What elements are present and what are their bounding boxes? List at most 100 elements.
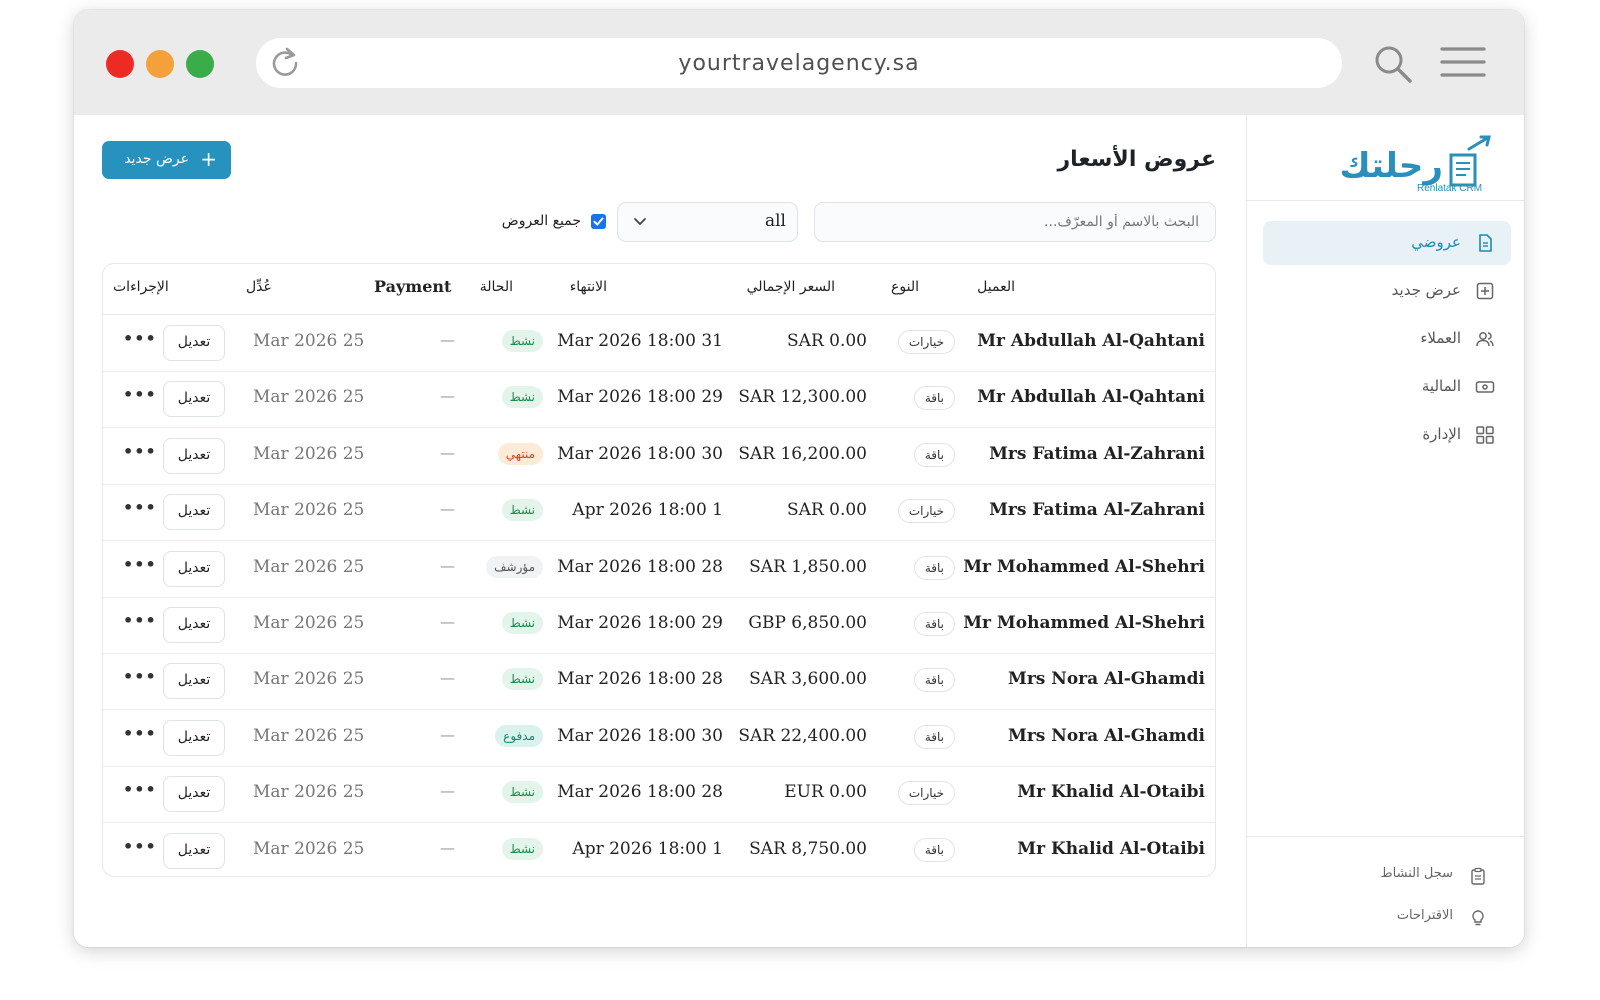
sidebar-item-new-offer[interactable]: عرض جديد bbox=[1263, 269, 1511, 313]
edit-button[interactable]: تعديل bbox=[163, 832, 225, 869]
expiry-date: Mar 2026 18:00 30 bbox=[557, 443, 723, 464]
hamburger-menu-icon[interactable] bbox=[1440, 44, 1486, 80]
minimize-window-button[interactable] bbox=[146, 50, 174, 78]
more-actions-icon[interactable]: ••• bbox=[123, 442, 157, 461]
address-bar[interactable]: yourtravelagency.sa bbox=[256, 38, 1342, 88]
header-total[interactable]: السعر الإجمالي bbox=[747, 279, 835, 295]
maximize-window-button[interactable] bbox=[186, 50, 214, 78]
header-client[interactable]: العميل bbox=[977, 279, 1015, 295]
client-name: Mr Abdullah Al-Qahtani bbox=[977, 387, 1205, 408]
modified-date: Mar 2026 25 bbox=[253, 725, 365, 746]
client-name: Mrs Nora Al-Ghamdi bbox=[1008, 725, 1205, 746]
edit-button[interactable]: تعديل bbox=[163, 325, 225, 361]
type-badge: باقة bbox=[913, 837, 955, 862]
new-offer-button[interactable]: + عرض جديد bbox=[102, 141, 231, 179]
sidebar-item-label: عروضي bbox=[1411, 233, 1461, 251]
sidebar-item-finance[interactable]: المالية bbox=[1263, 365, 1511, 409]
offers-table: العميل النوع السعر الإجمالي الانتهاء الح… bbox=[102, 263, 1216, 877]
table-row[interactable]: Mr Khalid Al-Otaibi باقة SAR 8,750.00 Apr 2… bbox=[103, 823, 1215, 879]
type-badge: باقة bbox=[913, 668, 955, 693]
modified-date: Mar 2026 25 bbox=[253, 331, 365, 351]
search-icon[interactable] bbox=[1371, 42, 1415, 86]
status-badge: نشط bbox=[501, 668, 543, 691]
chevron-down-icon bbox=[634, 218, 646, 225]
url-text: yourtravelagency.sa bbox=[678, 51, 920, 76]
sidebar-item-activity-log[interactable]: سجل النشاط bbox=[1263, 861, 1511, 891]
expiry-date: Apr 2026 18:00 1 bbox=[572, 500, 723, 521]
sidebar-item-clients[interactable]: العملاء bbox=[1263, 317, 1511, 361]
edit-button[interactable]: تعديل bbox=[163, 381, 225, 418]
more-actions-icon[interactable]: ••• bbox=[123, 724, 157, 743]
logo-subtitle: Rehlatak CRM bbox=[1417, 183, 1483, 194]
modified-date: Mar 2026 25 bbox=[253, 387, 365, 408]
header-type[interactable]: النوع bbox=[891, 279, 919, 295]
header-status[interactable]: الحالة bbox=[480, 279, 513, 295]
sidebar-item-admin[interactable]: الإدارة bbox=[1263, 413, 1511, 457]
status-filter-select[interactable]: all bbox=[617, 202, 798, 242]
table-row[interactable]: Mr Abdullah Al-Qahtani باقة SAR 12,300.00 M… bbox=[103, 371, 1215, 429]
header-expiry[interactable]: الانتهاء bbox=[570, 279, 607, 295]
client-name: Mrs Nora Al-Ghamdi bbox=[1008, 669, 1205, 690]
expiry-date: Mar 2026 18:00 28 bbox=[557, 782, 723, 803]
table-row[interactable]: Mr Abdullah Al-Qahtani خيارات SAR 0.00 Mar … bbox=[103, 315, 1215, 372]
search-box[interactable] bbox=[814, 202, 1216, 242]
total-price: SAR 0.00 bbox=[787, 500, 867, 521]
logo[interactable]: رحلتك Rehlatak CRM bbox=[1331, 133, 1501, 194]
modified-date: Mar 2026 25 bbox=[253, 500, 365, 521]
sidebar-footer-label: سجل النشاط bbox=[1380, 866, 1453, 881]
table-row[interactable]: Mrs Nora Al-Ghamdi باقة SAR 3,600.00 Mar 20… bbox=[103, 653, 1215, 711]
search-input[interactable] bbox=[827, 203, 1201, 241]
table-row[interactable]: Mr Khalid Al-Otaibi خيارات EUR 0.00 Mar 202… bbox=[103, 766, 1215, 824]
payment-value: — bbox=[440, 331, 455, 349]
more-actions-icon[interactable]: ••• bbox=[123, 385, 157, 404]
table-row[interactable]: Mrs Nora Al-Ghamdi باقة SAR 22,400.00 Mar 2… bbox=[103, 710, 1215, 767]
more-actions-icon[interactable]: ••• bbox=[123, 837, 157, 856]
edit-button[interactable]: تعديل bbox=[163, 663, 225, 700]
header-payment[interactable]: Payment bbox=[374, 277, 451, 296]
table-row[interactable]: Mr Mohammed Al-Shehri باقة SAR 1,850.00 Mar… bbox=[103, 541, 1215, 598]
close-window-button[interactable] bbox=[106, 50, 134, 78]
payment-value: — bbox=[440, 443, 455, 462]
logo-wordmark: رحلتك bbox=[1340, 146, 1444, 186]
table-row[interactable]: Mr Mohammed Al-Shehri باقة GBP 6,850.00 Mar… bbox=[103, 597, 1215, 654]
client-name: Mr Khalid Al-Otaibi bbox=[1017, 782, 1205, 803]
document-icon bbox=[1479, 234, 1492, 252]
status-badge: نشط bbox=[501, 837, 543, 860]
sidebar-item-my-offers[interactable]: عروضي bbox=[1263, 221, 1511, 265]
expiry-date: Mar 2026 18:00 29 bbox=[557, 387, 723, 408]
header-modified[interactable]: عُدِّل bbox=[246, 279, 272, 295]
table-row[interactable]: Mrs Fatima Al-Zahrani باقة SAR 16,200.00 Ma… bbox=[103, 428, 1215, 485]
all-offers-checkbox[interactable] bbox=[591, 214, 606, 229]
status-badge: نشط bbox=[501, 612, 543, 634]
type-badge: باقة bbox=[913, 612, 955, 636]
more-actions-icon[interactable]: ••• bbox=[123, 498, 157, 517]
all-offers-toggle[interactable]: جميع العروض bbox=[488, 213, 606, 233]
edit-button[interactable]: تعديل bbox=[163, 437, 225, 474]
more-actions-icon[interactable]: ••• bbox=[123, 667, 157, 686]
sidebar-item-label: عرض جديد bbox=[1391, 281, 1461, 299]
header-actions: الإجراءات bbox=[113, 279, 169, 295]
status-badge: نشط bbox=[501, 781, 543, 804]
type-badge: باقة bbox=[913, 442, 955, 467]
users-icon bbox=[1476, 332, 1494, 347]
type-badge: باقة bbox=[913, 724, 955, 749]
client-name: Mr Mohammed Al-Shehri bbox=[963, 613, 1205, 633]
modified-date: Mar 2026 25 bbox=[253, 556, 365, 577]
edit-button[interactable]: تعديل bbox=[163, 550, 225, 587]
table-row[interactable]: Mrs Fatima Al-Zahrani خيارات SAR 0.00 Apr 2… bbox=[103, 484, 1215, 542]
plus-icon: + bbox=[200, 147, 217, 171]
sidebar-item-suggestions[interactable]: الاقتراحات bbox=[1263, 903, 1511, 933]
edit-button[interactable]: تعديل bbox=[163, 607, 225, 643]
lightbulb-icon bbox=[1472, 910, 1484, 926]
more-actions-icon[interactable]: ••• bbox=[123, 329, 157, 348]
sidebar: رحلتك Rehlatak CRM عروضي عرض جديد العملا… bbox=[1246, 115, 1524, 947]
edit-button[interactable]: تعديل bbox=[163, 494, 225, 531]
edit-button[interactable]: تعديل bbox=[163, 776, 225, 813]
type-badge: خيارات bbox=[897, 781, 955, 806]
edit-button[interactable]: تعديل bbox=[163, 719, 225, 756]
more-actions-icon[interactable]: ••• bbox=[123, 780, 157, 799]
more-actions-icon[interactable]: ••• bbox=[123, 555, 157, 574]
total-price: SAR 8,750.00 bbox=[749, 838, 867, 859]
status-badge: نشط bbox=[501, 386, 543, 409]
more-actions-icon[interactable]: ••• bbox=[123, 611, 157, 630]
